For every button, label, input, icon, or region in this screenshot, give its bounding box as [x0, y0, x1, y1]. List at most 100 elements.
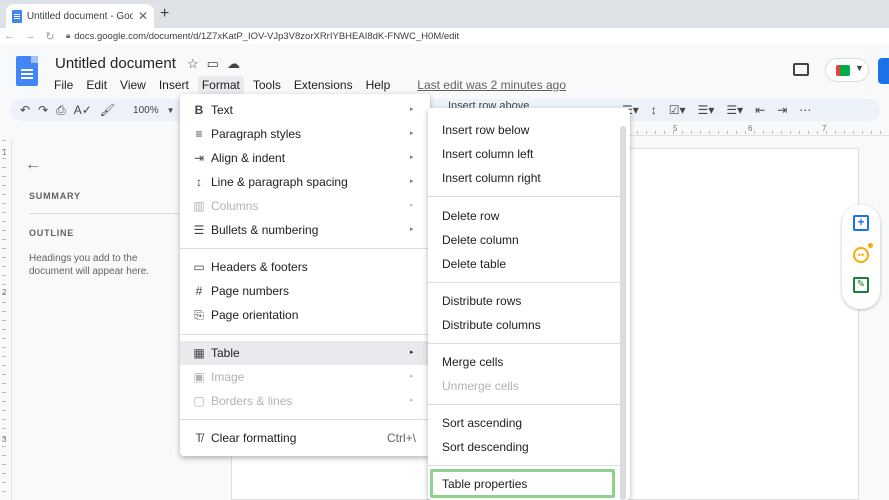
format-menu-item-headers-footers[interactable]: ▭ Headers & footers	[180, 255, 430, 279]
doc-title[interactable]: Untitled document	[55, 55, 176, 72]
meet-button[interactable]: ▼	[825, 58, 869, 82]
table-menu-table-properties[interactable]: Table properties	[430, 469, 615, 498]
outline-divider	[29, 213, 181, 214]
menu-divider	[180, 419, 430, 420]
toolbar-right: ☰▾ ↕ ☑▾ ☰▾ ☰▾ ⇤ ⇥ ⋯	[622, 99, 811, 121]
paragraph-styles-icon: ≡	[195, 127, 203, 141]
menu-insert[interactable]: Insert	[155, 76, 193, 94]
lock-icon[interactable]: 🔒︎	[66, 31, 70, 41]
spellcheck-icon[interactable]: A✓	[74, 103, 92, 117]
page-numbers-icon: #	[195, 284, 203, 298]
submenu-arrow-icon: ▸	[410, 106, 414, 113]
table-menu-unmerge-cells: Unmerge cells	[442, 379, 519, 393]
menu-divider	[180, 334, 430, 335]
submenu-arrow-icon: ▸	[410, 349, 414, 356]
format-menu-item-line-spacing[interactable]: ↕ Line & paragraph spacing ▸	[180, 170, 430, 194]
print-icon[interactable]: ⎙	[56, 103, 66, 118]
menu-extensions[interactable]: Extensions	[290, 76, 357, 94]
format-menu-item-table[interactable]: ▦ Table ▸	[180, 341, 430, 365]
menu-file[interactable]: File	[50, 76, 77, 94]
submenu-arrow-icon: ▸	[410, 154, 414, 161]
increase-indent-icon[interactable]: ⇥	[777, 103, 787, 117]
format-menu-item-paragraph-styles[interactable]: ≡ Paragraph styles ▸	[180, 122, 430, 146]
menu-format[interactable]: Format	[197, 76, 244, 94]
table-menu-delete-column[interactable]: Delete column	[428, 228, 622, 252]
menu-item-label: Borders & lines	[211, 394, 293, 408]
headers-footers-icon: ▭	[193, 260, 205, 274]
menu-item-label: Image	[211, 370, 245, 384]
format-menu-item-text[interactable]: B Text ▸	[180, 98, 430, 122]
table-submenu: Insert row below Insert column left Inse…	[428, 108, 630, 500]
share-button[interactable]	[878, 58, 889, 84]
comment-history-icon[interactable]	[793, 63, 809, 76]
url-field[interactable]: docs.google.com/document/d/1Z7xKatP_IOV-…	[74, 31, 459, 42]
undo-icon[interactable]: ↶	[20, 103, 30, 117]
ruler-number: 1	[2, 148, 7, 157]
menu-item-label: Align & indent	[211, 151, 286, 165]
tab-close-icon[interactable]: ✕	[138, 9, 148, 23]
line-spacing-icon[interactable]: ↕	[651, 103, 657, 117]
more-options-icon[interactable]: ⋯	[799, 103, 811, 117]
format-menu-item-bullets-numbering[interactable]: ☰ Bullets & numbering ▸	[180, 218, 430, 242]
suggest-edits-icon[interactable]: ✎	[853, 277, 869, 293]
table-menu-sort-descending[interactable]: Sort descending	[428, 435, 622, 459]
add-comment-icon[interactable]: +	[853, 215, 869, 231]
bulleted-list-icon[interactable]: ☰▾	[698, 103, 715, 117]
clear-formatting-icon: T̸	[195, 431, 203, 445]
zoom-select[interactable]: 100%	[133, 105, 159, 116]
outline-label: OUTLINE	[29, 228, 75, 238]
menu-item-label: Clear formatting	[211, 431, 297, 445]
vertical-ruler[interactable]: 1 2 3	[0, 140, 12, 500]
star-icon[interactable]: ☆	[187, 56, 199, 72]
numbered-list-icon[interactable]: ☰▾	[726, 103, 743, 117]
table-menu-insert-row-below[interactable]: Insert row below	[428, 118, 622, 142]
last-edit-link[interactable]: Last edit was 2 minutes ago	[417, 78, 566, 92]
menu-tools[interactable]: Tools	[249, 76, 285, 94]
table-menu-distribute-columns[interactable]: Distribute columns	[428, 313, 622, 337]
menu-item-label: Columns	[211, 199, 259, 213]
format-menu: B Text ▸ ≡ Paragraph styles ▸ ⇥ Align & …	[180, 94, 430, 456]
ruler-number: 6	[748, 124, 753, 133]
table-menu-delete-table[interactable]: Delete table	[428, 252, 622, 276]
format-menu-item-page-numbers[interactable]: # Page numbers	[180, 279, 430, 303]
forward-arrow-icon[interactable]: →	[20, 30, 40, 42]
format-menu-item-clear-formatting[interactable]: T̸ Clear formatting Ctrl+\	[180, 426, 430, 450]
decrease-indent-icon[interactable]: ⇤	[755, 103, 765, 117]
format-menu-item-page-orientation[interactable]: ⎘ Page orientation	[180, 303, 430, 327]
menu-bar: File Edit View Insert Format Tools Exten…	[50, 76, 566, 94]
docs-logo-icon[interactable]	[16, 56, 38, 86]
menu-item-label: Text	[211, 103, 234, 117]
menu-help[interactable]: Help	[362, 76, 395, 94]
back-arrow-icon[interactable]: ←	[0, 30, 20, 42]
menu-edit[interactable]: Edit	[82, 76, 111, 94]
checklist-icon[interactable]: ☑▾	[669, 103, 686, 117]
reload-icon[interactable]: ↻	[40, 30, 60, 43]
table-menu-sort-ascending[interactable]: Sort ascending	[428, 411, 622, 435]
line-spacing-icon: ↕	[196, 175, 202, 189]
menu-item-label: Table	[211, 346, 240, 360]
table-menu-distribute-rows[interactable]: Distribute rows	[428, 289, 622, 313]
close-outline-icon[interactable]: ←	[25, 156, 41, 174]
move-folder-icon[interactable]: ▭	[207, 56, 219, 72]
title-icons: ☆ ▭ ☁︎	[187, 56, 240, 72]
table-menu-insert-column-right[interactable]: Insert column right	[428, 166, 622, 190]
menu-view[interactable]: View	[116, 76, 150, 94]
emoji-plus-dot	[868, 243, 873, 248]
cloud-status-icon[interactable]: ☁︎	[227, 56, 240, 72]
browser-tab[interactable]: Untitled document - Google Do ✕	[6, 4, 154, 28]
table-menu-insert-column-left[interactable]: Insert column left	[428, 142, 622, 166]
emoji-reaction-icon[interactable]: ••	[853, 247, 869, 263]
align-indent-icon: ⇥	[193, 151, 205, 165]
chevron-down-icon[interactable]: ▼	[167, 106, 175, 115]
redo-icon[interactable]: ↷	[38, 103, 48, 117]
paint-format-icon[interactable]: 🖌︎	[100, 103, 115, 117]
new-tab-button[interactable]: +	[160, 6, 169, 22]
format-menu-item-align-indent[interactable]: ⇥ Align & indent ▸	[180, 146, 430, 170]
menu-item-label: Headers & footers	[211, 260, 308, 274]
submenu-scrollbar[interactable]	[620, 126, 626, 500]
ruler-number: 7	[822, 124, 827, 133]
image-icon: ▣	[193, 370, 205, 384]
table-menu-delete-row[interactable]: Delete row	[428, 204, 622, 228]
browser-tab-strip: Untitled document - Google Do ✕ +	[0, 0, 889, 28]
table-menu-merge-cells[interactable]: Merge cells	[428, 350, 622, 374]
